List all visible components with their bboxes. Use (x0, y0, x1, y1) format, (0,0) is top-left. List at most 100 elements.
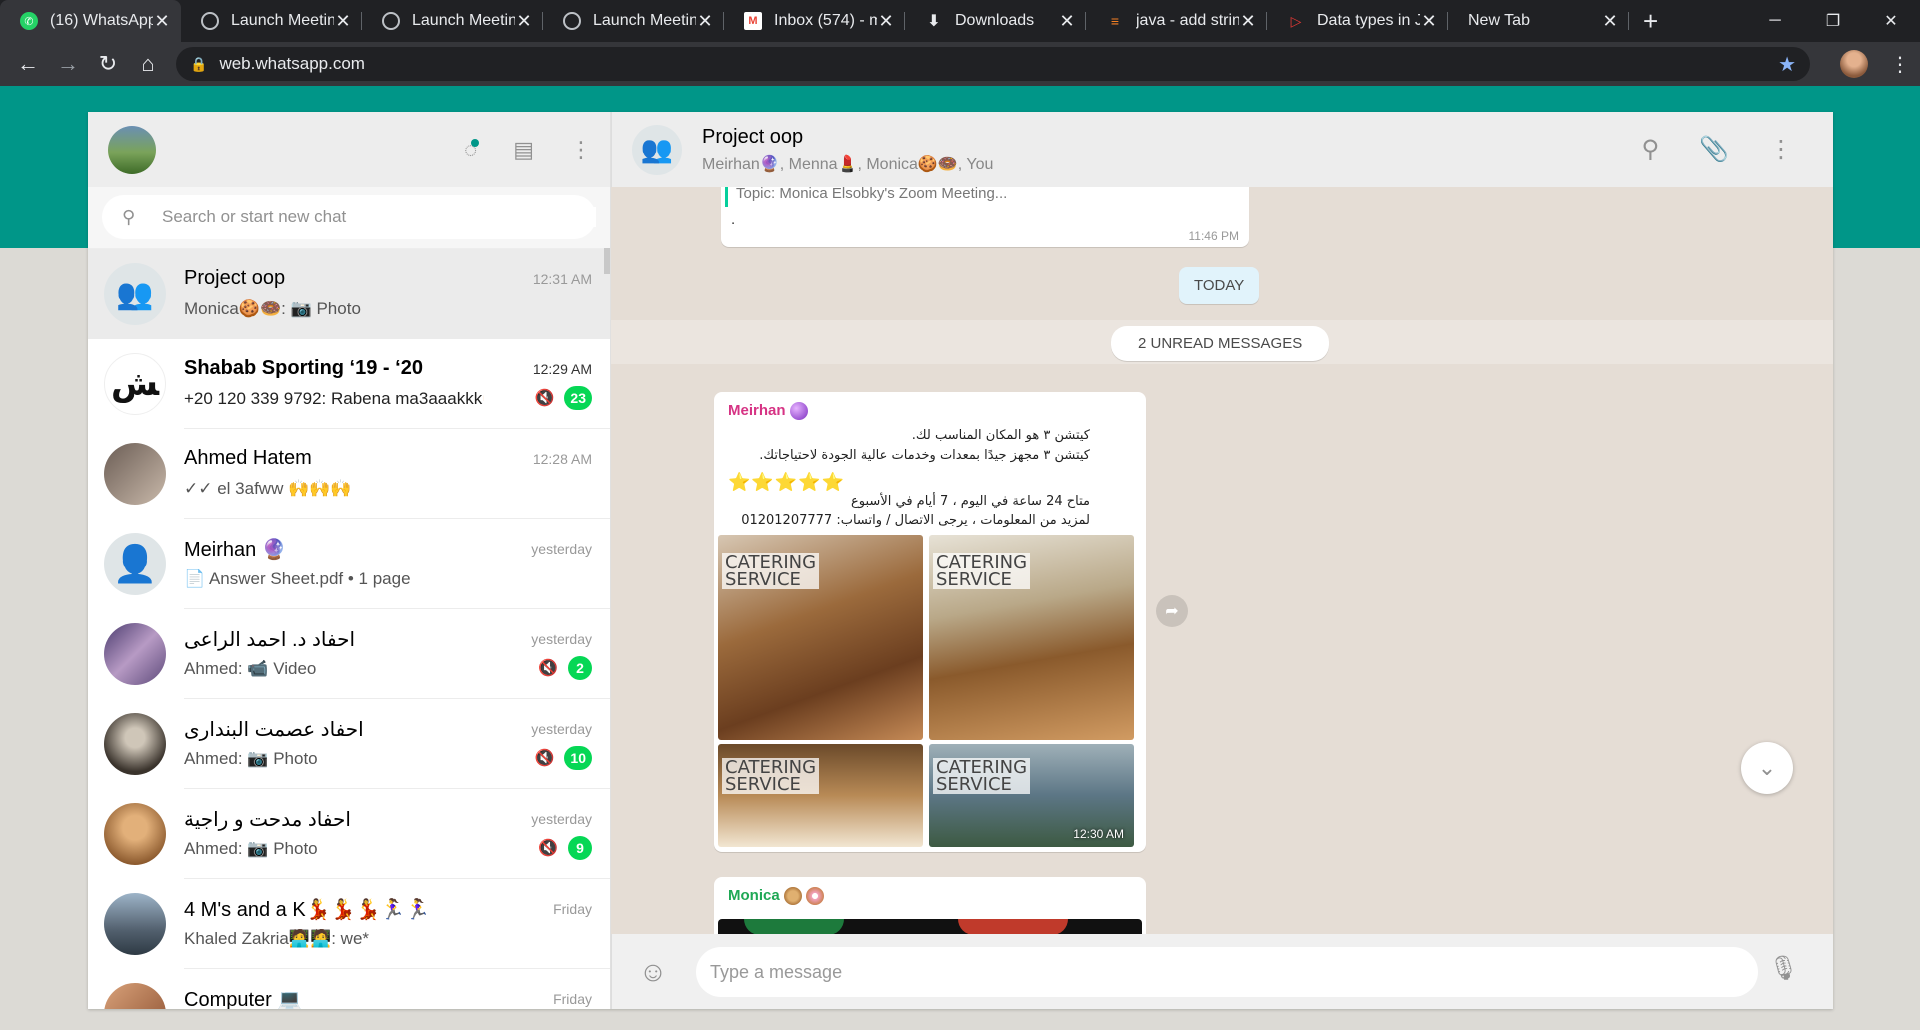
chat-item-ahmed-hatem[interactable]: Ahmed Hatem 12:28 AM ✓✓ el 3afww 🙌🙌🙌 (88, 429, 610, 519)
chat-preview: Khaled Zakria🧑‍💻🧑‍💻: we* (184, 929, 370, 948)
conversation-header[interactable]: 👥 Project oop Meirhan🔮, Menna💄, Monica🍪🍩… (611, 112, 1833, 187)
unread-badge: 2 (568, 656, 592, 680)
caption-line-2: SERVICE (725, 774, 801, 795)
message-text: . (731, 211, 736, 228)
photo-tile[interactable]: CATERING SERVICE (929, 535, 1134, 740)
forward-icon[interactable]: ➦ (1156, 595, 1188, 627)
avatar (104, 623, 166, 685)
emoji-icon[interactable]: ☺ (636, 955, 670, 989)
chat-item-medhat[interactable]: احفاد مدحت و راجية yesterday Ahmed: 📷 Ph… (88, 789, 610, 879)
profile-avatar[interactable] (1840, 50, 1868, 78)
forward-icon[interactable]: → (48, 51, 88, 77)
group-avatar[interactable]: 👥 (632, 124, 682, 175)
message-bubble[interactable]: Topic: Monica Elsobky's Zoom Meeting... … (721, 187, 1249, 247)
new-tab-icon[interactable]: + (1643, 6, 1658, 37)
menu-icon[interactable]: ⋮ (1769, 135, 1793, 164)
tab-gmail[interactable]: M Inbox (574) - m ✕ (724, 0, 905, 42)
photo-tile[interactable]: CATERING SERVICE 12:30 AM (929, 744, 1134, 847)
message-time: 11:46 PM (1188, 229, 1239, 243)
mute-icon: 🔇 (538, 840, 558, 857)
close-icon[interactable]: ✕ (515, 11, 533, 32)
crystal-ball-icon (789, 402, 808, 421)
message-bubble[interactable]: Monica (714, 877, 1146, 934)
sidebar-scrollbar[interactable] (604, 248, 610, 274)
close-icon[interactable]: ✕ (877, 11, 895, 32)
microphone-icon[interactable]: 🎙 (1769, 954, 1799, 983)
chat-item-albandary[interactable]: احفاد عصمت البندارى yesterday Ahmed: 📷 P… (88, 699, 610, 789)
reload-icon[interactable]: ↻ (88, 51, 128, 77)
chat-name: احفاد عصمت البندارى (184, 719, 364, 741)
group-icon: 👥 (640, 134, 674, 164)
chat-item-shabab-sporting[interactable]: ﺶ Shabab Sporting ‘19 - ‘20 12:29 AM +20… (88, 339, 610, 429)
close-icon[interactable]: ✕ (1058, 11, 1076, 32)
status-icon[interactable]: ◌ (464, 137, 480, 163)
tab-new-tab[interactable]: New Tab ✕ (1448, 0, 1629, 42)
url-text: web.whatsapp.com (219, 54, 365, 73)
download-icon: ⬇ (927, 13, 941, 30)
tab-downloads[interactable]: ⬇ Downloads ✕ (905, 0, 1086, 42)
chat-list: 👥 Project oop 12:31 AM Monica🍪🍩: 📷 Photo… (88, 249, 610, 1009)
close-icon[interactable]: ✕ (696, 11, 714, 32)
photo-tile[interactable]: CATERING SERVICE (718, 744, 923, 847)
home-icon[interactable]: ⌂ (128, 51, 168, 77)
chat-item-alraey[interactable]: احفاد د. احمد الراعى yesterday Ahmed: 📹 … (88, 609, 610, 699)
tab-launch-meeting-2[interactable]: Launch Meeting ✕ (362, 0, 543, 42)
chat-name: Shabab Sporting ‘19 - ‘20 (184, 357, 423, 379)
chat-time: 12:29 AM (532, 361, 592, 377)
photo-caption: CATERING SERVICE (933, 758, 1031, 794)
message-input[interactable] (696, 947, 1758, 997)
image-message[interactable]: Meirhan كيتشن ٣ هو المكان المناسب لك. كي… (714, 392, 1146, 852)
search-bar: ⚲ (88, 187, 610, 249)
compose-bar: ☺ 🎙 (611, 934, 1833, 1009)
group-avatar: 👥 (104, 263, 166, 325)
chat-name: Meirhan 🔮 (184, 539, 287, 561)
close-icon[interactable]: ✕ (153, 11, 171, 32)
attach-icon[interactable]: 📎 (1699, 135, 1729, 164)
menu-icon[interactable]: ⋮ (570, 137, 592, 163)
close-icon[interactable]: ✕ (1239, 11, 1257, 32)
url-field[interactable]: 🔒 web.whatsapp.com ★ (176, 47, 1810, 81)
search-icon[interactable]: ⚲ (1642, 135, 1660, 164)
tab-title: New Tab (1468, 12, 1530, 29)
lock-icon[interactable]: 🔒 (190, 56, 207, 73)
image-grid: CATERING SERVICE CATERING SERVICE CATERING… (718, 535, 1142, 848)
photo-preview[interactable] (718, 919, 1142, 934)
chat-time: yesterday (531, 541, 592, 557)
tab-data-types[interactable]: ▷ Data types in Ja ✕ (1267, 0, 1448, 42)
chat-item-4ms[interactable]: 4 M's and a K💃💃💃🏃‍♀️🏃‍♀️ Friday Khaled Z… (88, 879, 610, 969)
minimize-icon[interactable]: ─ (1746, 0, 1804, 42)
close-icon[interactable]: ✕ (1601, 11, 1619, 32)
back-icon[interactable]: ← (8, 51, 48, 77)
close-window-icon[interactable]: ✕ (1862, 0, 1920, 42)
search-icon: ⚲ (122, 206, 136, 227)
close-icon[interactable]: ✕ (334, 11, 352, 32)
address-bar: ← → ↻ ⌂ 🔒 web.whatsapp.com ★ ⋮ (0, 42, 1920, 86)
tab-launch-meeting-3[interactable]: Launch Meeting ✕ (543, 0, 724, 42)
chat-name: Computer 💻 (184, 989, 303, 1009)
my-avatar[interactable] (108, 125, 156, 174)
scroll-down-button[interactable]: ⌄ (1741, 742, 1793, 794)
chat-item-project-oop[interactable]: 👥 Project oop 12:31 AM Monica🍪🍩: 📷 Photo (88, 249, 610, 339)
conversation-panel: 👥 Project oop Meirhan🔮, Menna💄, Monica🍪🍩… (611, 112, 1833, 1009)
new-chat-icon[interactable]: ▤ (513, 137, 534, 163)
chat-item-computer[interactable]: Computer 💻 Friday (88, 969, 610, 1009)
search-input[interactable] (162, 207, 596, 227)
tab-launch-meeting-1[interactable]: Launch Meeting ✕ (181, 0, 362, 42)
globe-icon (563, 12, 581, 30)
browser-tab-strip: ✆ (16) WhatsApp ✕ Launch Meeting ✕ Launc… (0, 0, 1920, 42)
tab-stackoverflow[interactable]: ≡ java - add string ✕ (1086, 0, 1267, 42)
close-icon[interactable]: ✕ (1420, 11, 1438, 32)
chat-preview: +20 120 339 9792: Rabena ma3aaakkk🙌🏻 (184, 389, 484, 408)
chat-item-meirhan[interactable]: 👤 Meirhan 🔮 yesterday 📄 Answer Sheet.pdf… (88, 519, 610, 609)
chrome-menu-icon[interactable]: ⋮ (1890, 52, 1910, 77)
photo-tile[interactable]: CATERING SERVICE (718, 535, 923, 740)
caption-line-2: SERVICE (725, 569, 801, 590)
tab-whatsapp[interactable]: ✆ (16) WhatsApp ✕ (0, 0, 181, 42)
caption-line-2: SERVICE (936, 569, 1012, 590)
day-divider: TODAY (1179, 267, 1260, 304)
restore-icon[interactable]: ❐ (1804, 0, 1862, 42)
star-icon[interactable]: ★ (1778, 52, 1796, 77)
chat-preview: Ahmed: 📹 Video (184, 659, 317, 678)
unread-badge: 9 (568, 836, 592, 860)
avatar (104, 713, 166, 775)
